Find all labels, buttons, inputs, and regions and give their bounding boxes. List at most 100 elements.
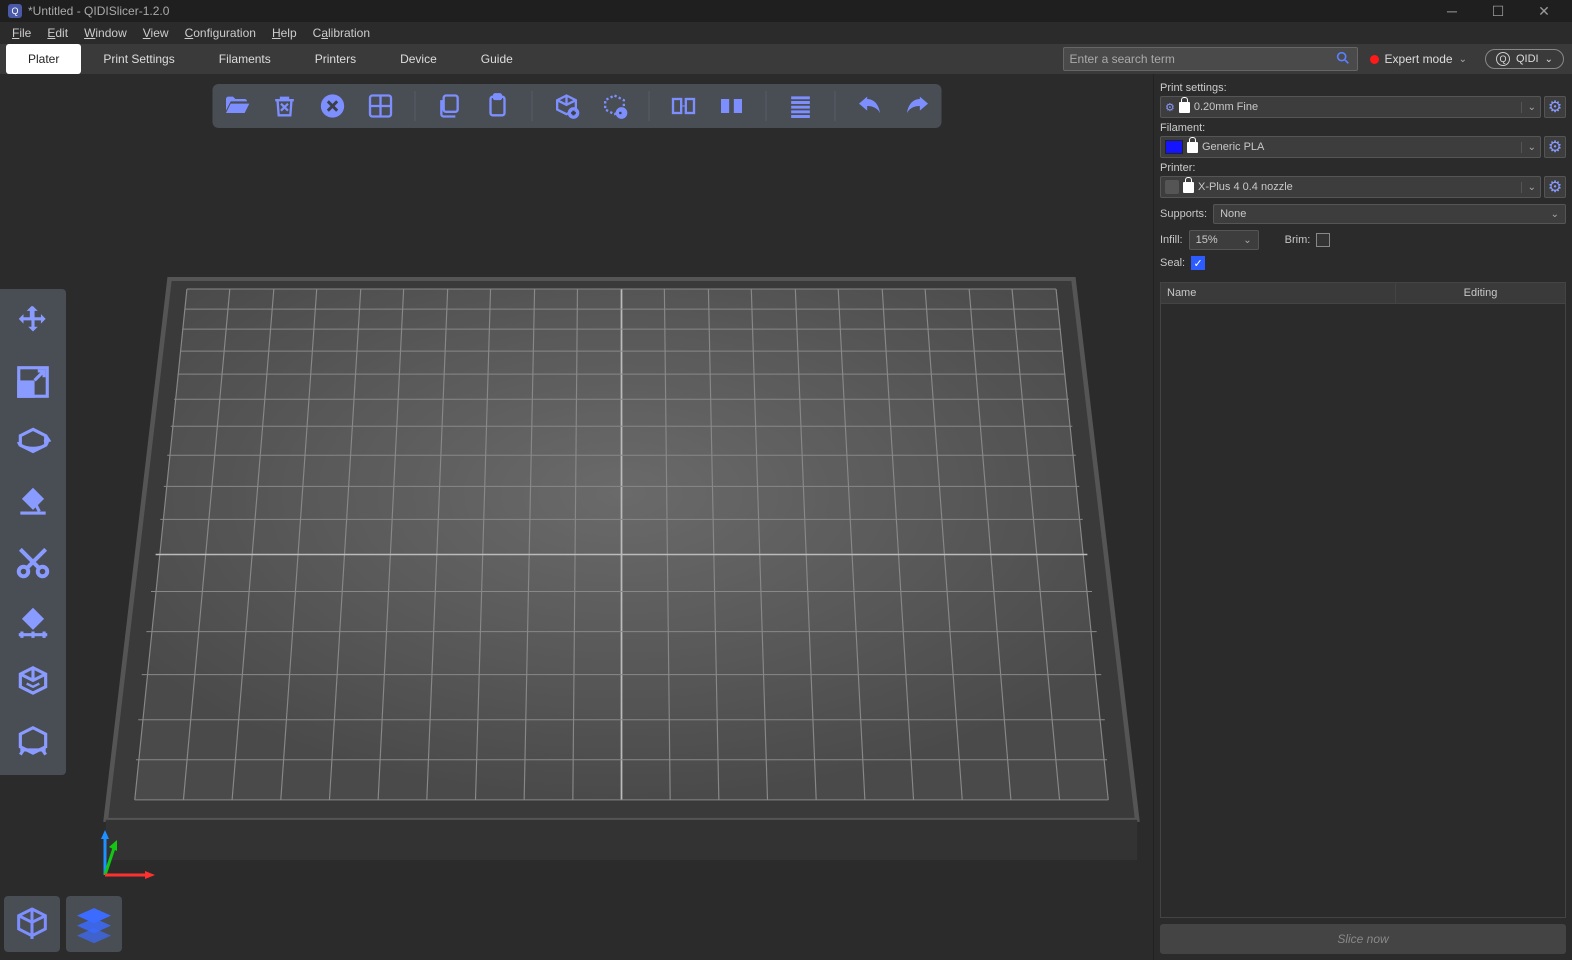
lock-icon (1183, 182, 1194, 193)
chevron-down-icon: ⌄ (1545, 54, 1553, 65)
maximize-button[interactable]: ☐ (1478, 0, 1518, 22)
mode-selector[interactable]: Expert mode ⌄ (1370, 52, 1467, 66)
close-button[interactable]: ✕ (1524, 0, 1564, 22)
tab-plater[interactable]: Plater (6, 44, 81, 74)
account-icon: Q (1496, 52, 1510, 66)
object-list-body (1161, 304, 1565, 917)
view-mode-toggle (4, 896, 122, 952)
mode-label: Expert mode (1385, 52, 1453, 66)
seal-checkbox[interactable]: ✓ (1191, 256, 1205, 270)
menu-calibration[interactable]: Calibration (305, 24, 378, 42)
account-badge[interactable]: Q QIDI ⌄ (1485, 49, 1564, 69)
print-settings-combo[interactable]: ⚙ 0.20mm Fine ⌄ (1160, 96, 1541, 118)
printer-label: Printer: (1160, 162, 1566, 174)
filament-color-swatch (1165, 140, 1183, 154)
chevron-down-icon: ⌄ (1521, 102, 1536, 113)
brim-checkbox[interactable] (1316, 233, 1330, 247)
place-on-face-icon[interactable] (12, 481, 54, 523)
top-toolbar (212, 84, 941, 128)
lock-icon (1187, 142, 1198, 153)
table-header-editing[interactable]: Editing (1395, 283, 1565, 303)
account-label: QIDI (1516, 53, 1539, 65)
chevron-down-icon: ⌄ (1521, 142, 1536, 153)
window-title: *Untitled - QIDISlicer-1.2.0 (28, 4, 169, 18)
filament-label: Filament: (1160, 122, 1566, 134)
search-input[interactable] (1070, 52, 1335, 66)
minimize-button[interactable]: ─ (1432, 0, 1472, 22)
table-header-name[interactable]: Name (1161, 283, 1395, 303)
chevron-down-icon: ⌄ (1551, 209, 1559, 220)
rotate-tool-icon[interactable] (12, 421, 54, 463)
menu-configuration[interactable]: Configuration (177, 24, 264, 42)
build-plate (100, 259, 1143, 900)
menu-window[interactable]: Window (76, 24, 135, 42)
app-icon: Q (8, 4, 22, 18)
infill-value: 15% (1196, 234, 1218, 246)
variable-layer-icon[interactable] (784, 90, 816, 122)
chevron-down-icon: ⌄ (1521, 182, 1536, 193)
paste-icon[interactable] (481, 90, 513, 122)
simplify-tool-icon[interactable] (12, 721, 54, 763)
redo-icon[interactable] (901, 90, 933, 122)
hollow-tool-icon[interactable] (12, 661, 54, 703)
measure-tool-icon[interactable] (12, 601, 54, 643)
lock-icon (1179, 102, 1190, 113)
supports-select[interactable]: None ⌄ (1213, 204, 1566, 224)
search-box[interactable] (1063, 47, 1358, 71)
search-icon[interactable] (1335, 50, 1351, 69)
printer-value: X-Plus 4 0.4 nozzle (1198, 181, 1293, 193)
object-list: Name Editing (1160, 282, 1566, 918)
filament-combo[interactable]: Generic PLA ⌄ (1160, 136, 1541, 158)
tab-guide[interactable]: Guide (459, 44, 535, 74)
arrange-icon[interactable] (364, 90, 396, 122)
cut-tool-icon[interactable] (12, 541, 54, 583)
view-3d-button[interactable] (4, 896, 60, 952)
printer-edit-button[interactable]: ⚙ (1544, 176, 1566, 198)
slice-now-button[interactable]: Slice now (1160, 924, 1566, 954)
menu-bar: File Edit Window View Configuration Help… (0, 22, 1572, 44)
supports-value: None (1220, 208, 1246, 220)
settings-sidebar: Print settings: ⚙ 0.20mm Fine ⌄ ⚙ Filame… (1153, 74, 1572, 960)
filament-edit-button[interactable]: ⚙ (1544, 136, 1566, 158)
title-bar: Q *Untitled - QIDISlicer-1.2.0 ─ ☐ ✕ (0, 0, 1572, 22)
axis-gizmo (95, 825, 155, 885)
tab-device[interactable]: Device (378, 44, 459, 74)
print-settings-label: Print settings: (1160, 82, 1566, 94)
supports-label: Supports: (1160, 208, 1207, 220)
filament-value: Generic PLA (1202, 141, 1264, 153)
open-folder-icon[interactable] (220, 90, 252, 122)
menu-help[interactable]: Help (264, 24, 305, 42)
gear-icon: ⚙ (1165, 101, 1175, 114)
menu-view[interactable]: View (135, 24, 177, 42)
split-objects-icon[interactable] (667, 90, 699, 122)
seal-label: Seal: (1160, 257, 1185, 269)
expert-mode-dot (1370, 55, 1379, 64)
delete-all-icon[interactable] (316, 90, 348, 122)
printer-combo[interactable]: X-Plus 4 0.4 nozzle ⌄ (1160, 176, 1541, 198)
scale-tool-icon[interactable] (12, 361, 54, 403)
print-settings-edit-button[interactable]: ⚙ (1544, 96, 1566, 118)
menu-edit[interactable]: Edit (39, 24, 76, 42)
infill-label: Infill: (1160, 234, 1183, 246)
print-settings-value: 0.20mm Fine (1194, 101, 1258, 113)
left-toolbar (0, 289, 66, 775)
printer-icon (1165, 180, 1179, 194)
view-preview-button[interactable] (66, 896, 122, 952)
copy-icon[interactable] (433, 90, 465, 122)
tab-filaments[interactable]: Filaments (197, 44, 293, 74)
chevron-down-icon: ⌄ (1459, 54, 1467, 65)
undo-icon[interactable] (853, 90, 885, 122)
tab-printers[interactable]: Printers (293, 44, 378, 74)
viewport-3d[interactable] (0, 74, 1153, 960)
tab-bar: Plater Print Settings Filaments Printers… (0, 44, 1572, 74)
brim-label: Brim: (1285, 234, 1311, 246)
menu-file[interactable]: File (4, 24, 39, 42)
infill-select[interactable]: 15% ⌄ (1189, 230, 1259, 250)
chevron-down-icon: ⌄ (1243, 235, 1251, 246)
tab-print-settings[interactable]: Print Settings (81, 44, 196, 74)
add-instance-icon[interactable] (550, 90, 582, 122)
split-parts-icon[interactable] (715, 90, 747, 122)
remove-instance-icon[interactable] (598, 90, 630, 122)
move-tool-icon[interactable] (12, 301, 54, 343)
delete-icon[interactable] (268, 90, 300, 122)
